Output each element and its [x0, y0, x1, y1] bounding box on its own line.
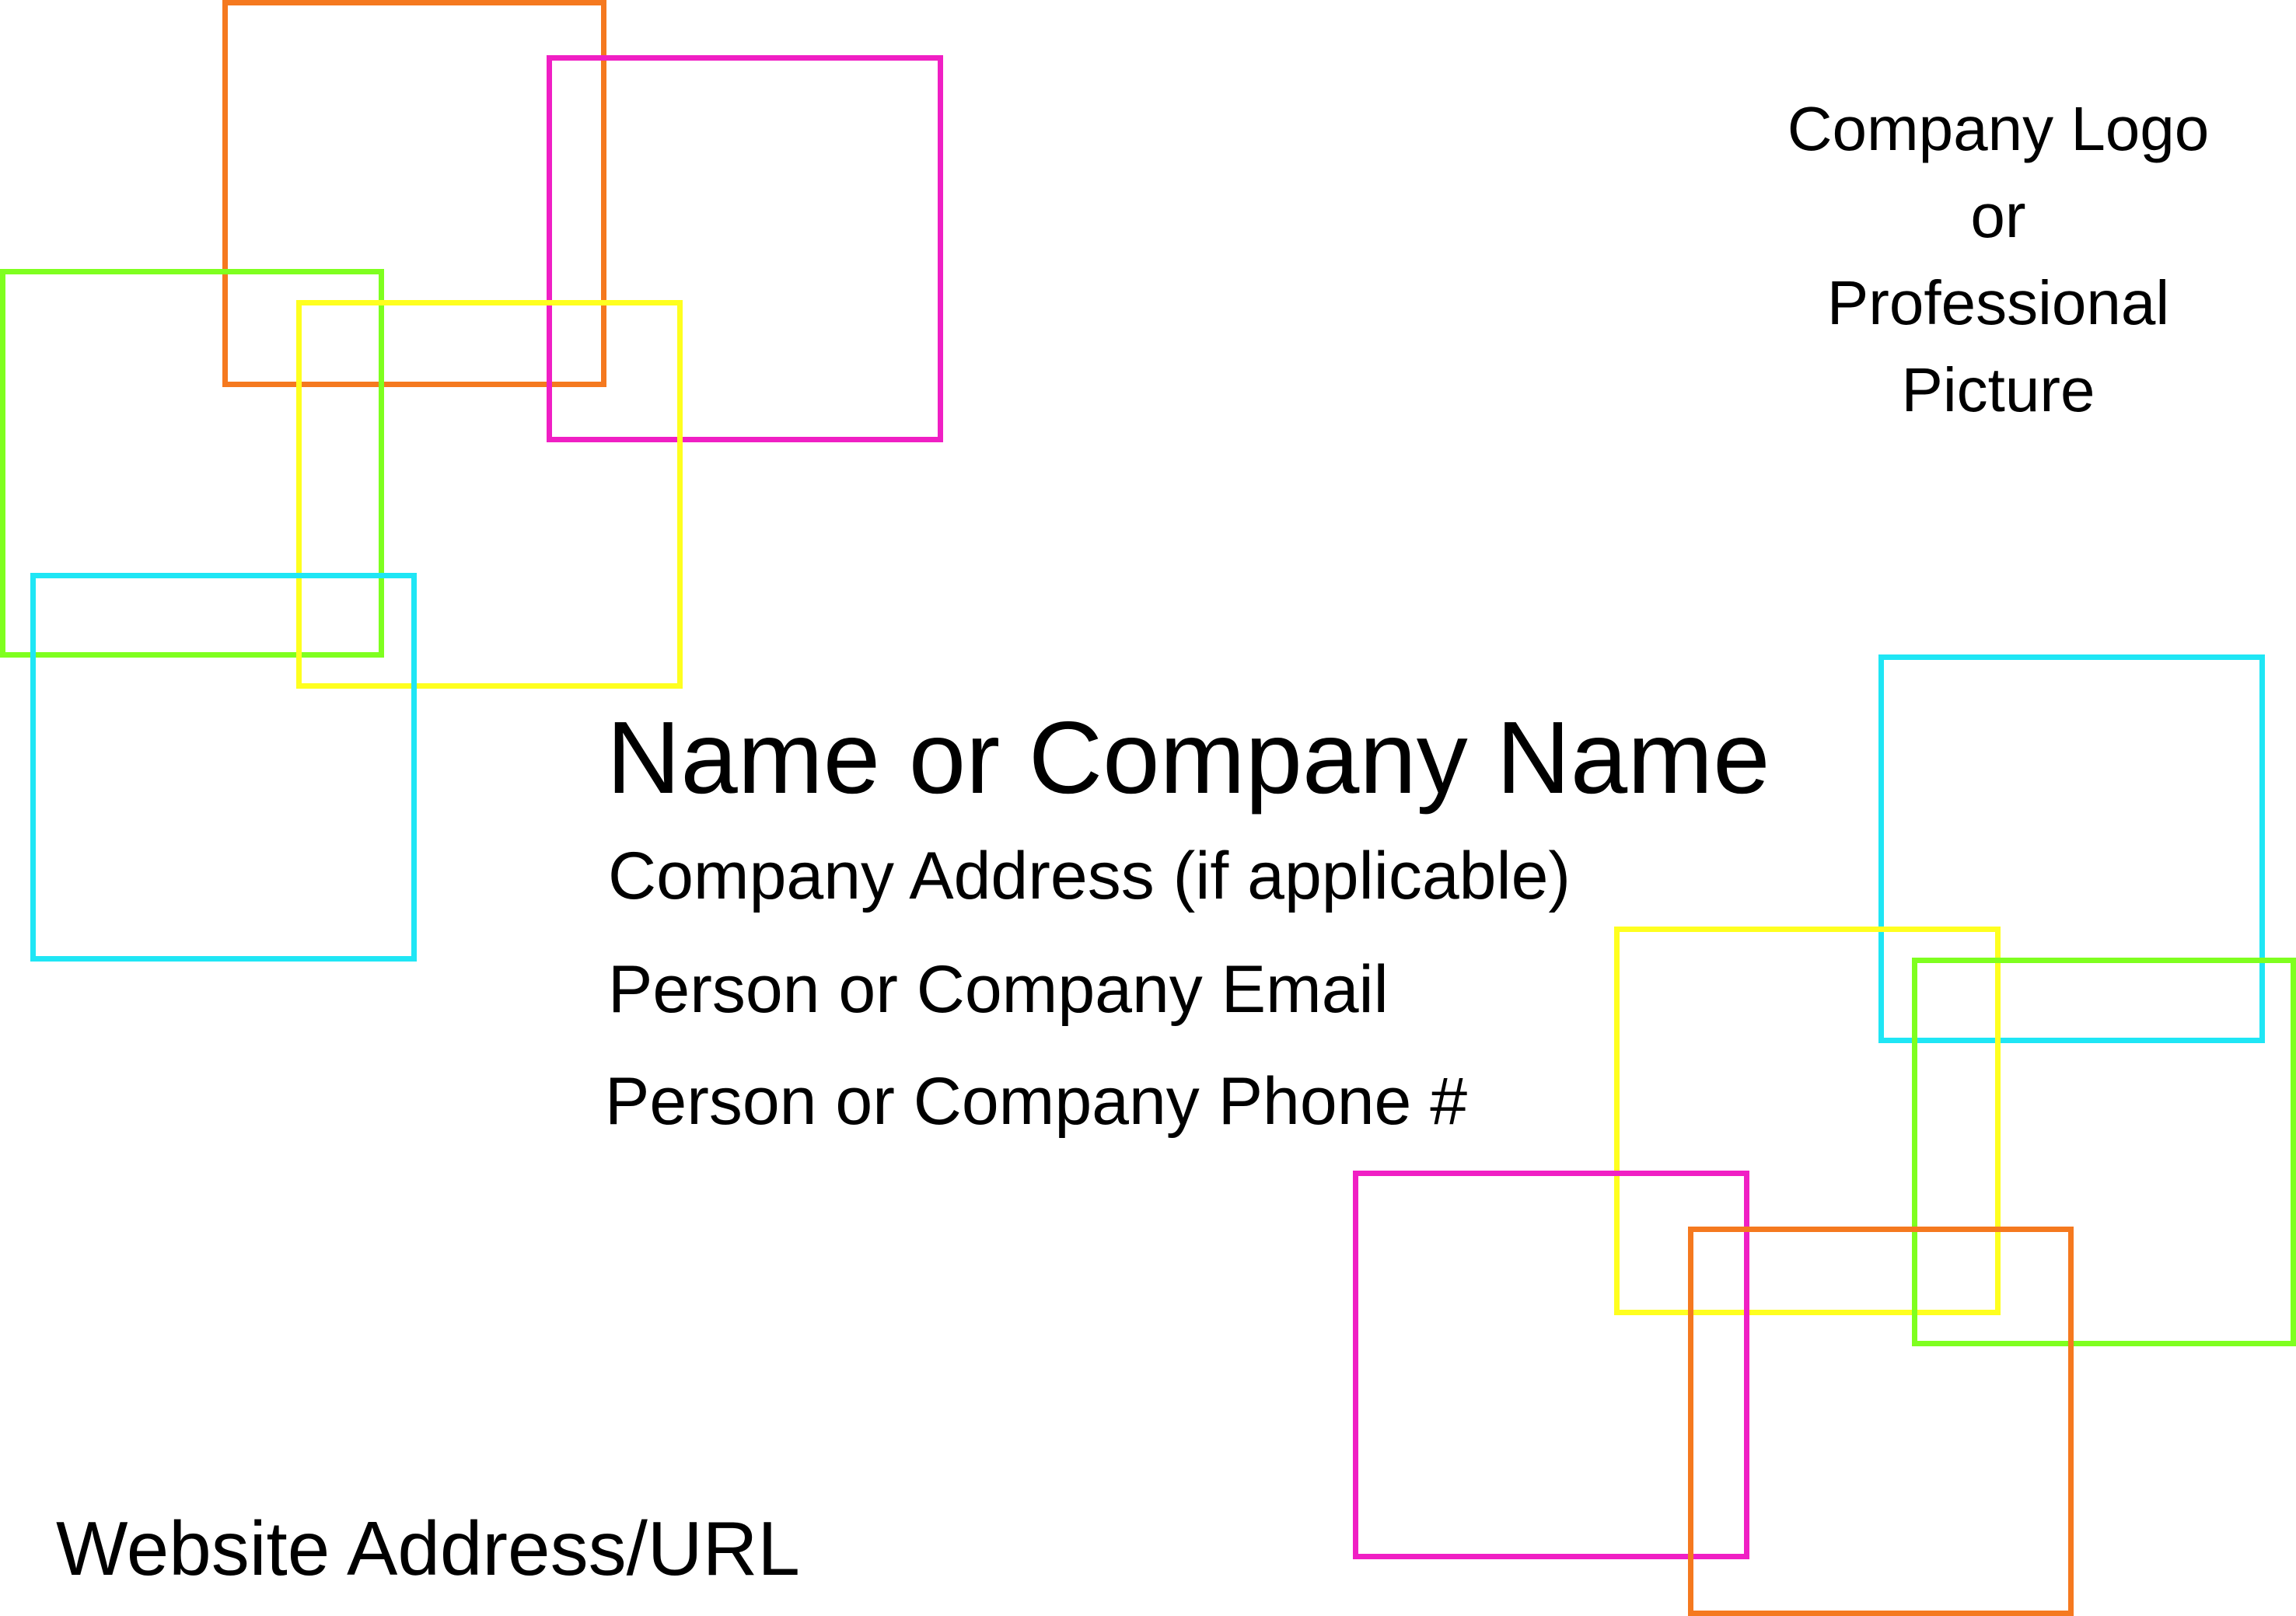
logo-placeholder-line: or	[1970, 181, 2026, 250]
card-website: Website Address/URL	[56, 1506, 800, 1591]
card-phone: Person or Company Phone #	[605, 1064, 1468, 1139]
card-email: Person or Company Email	[608, 952, 1389, 1027]
decorative-square-cyan	[30, 573, 417, 962]
logo-placeholder-line: Picture	[1901, 355, 2095, 424]
logo-placeholder-line: Professional	[1826, 268, 2170, 337]
card-name: Name or Company Name	[606, 700, 1770, 815]
logo-placeholder: Company Logo or Professional Picture	[1711, 86, 2286, 434]
logo-placeholder-line: Company Logo	[1787, 94, 2210, 163]
decorative-square-orange	[1688, 1227, 2074, 1616]
business-card: Company Logo or Professional Picture Nam…	[0, 0, 2296, 1616]
card-address: Company Address (if applicable)	[608, 839, 1571, 913]
